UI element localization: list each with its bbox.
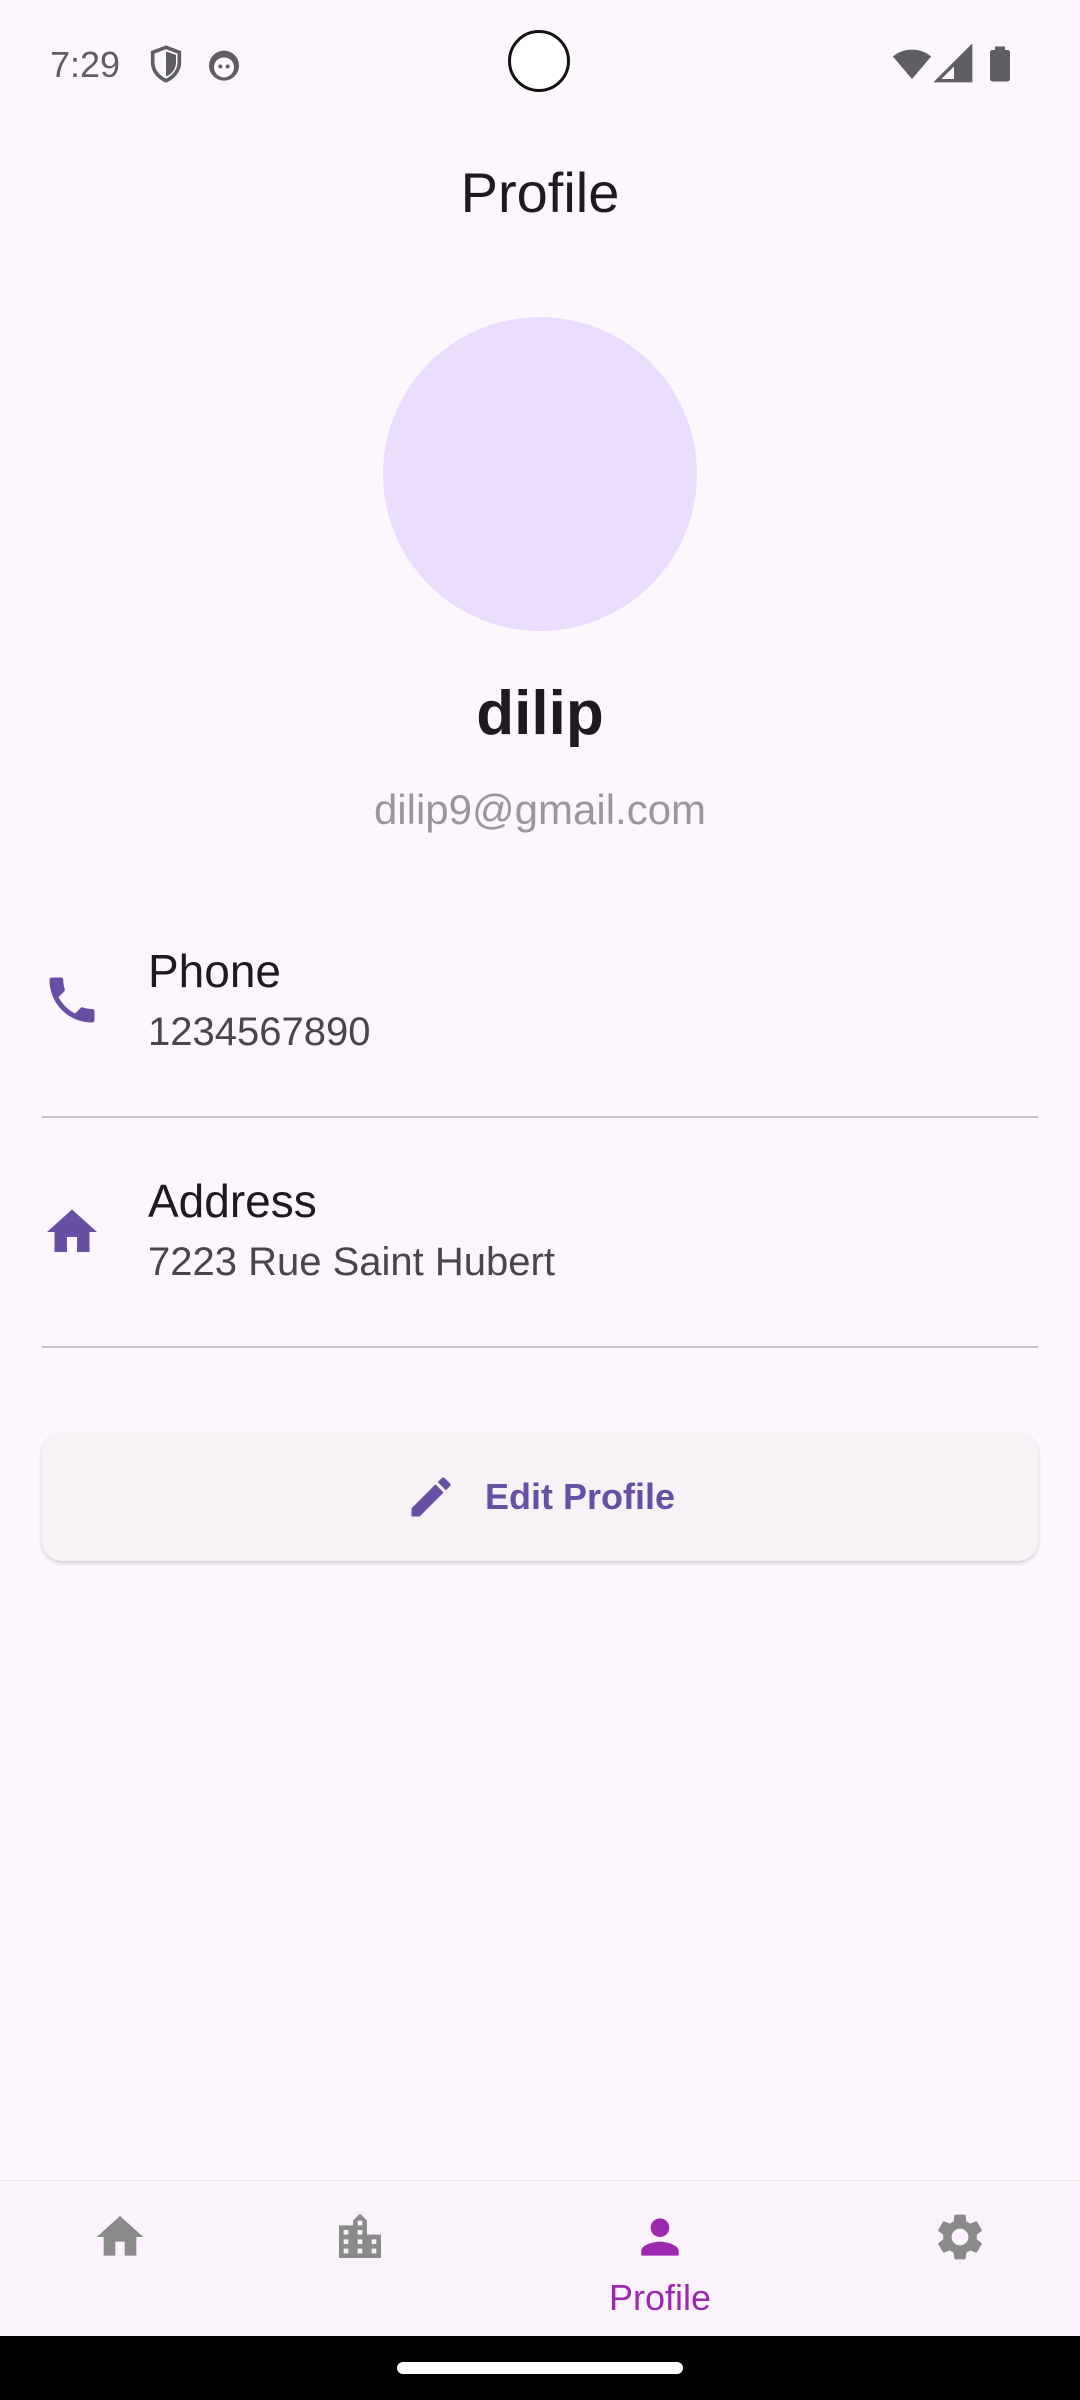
phone-value: 1234567890 [148,1010,371,1054]
nav-item-home[interactable] [20,2181,220,2337]
wifi-icon [892,49,932,79]
camera-cutout [508,30,570,92]
nav-item-profile[interactable]: Profile [560,2181,760,2337]
home-icon [47,1209,97,1252]
address-value: 7223 Rue Saint Hubert [148,1240,555,1284]
nav-label-profile: Profile [608,2277,712,2318]
status-time: 7:29 [50,44,121,85]
page-title: Profile [460,161,620,224]
phone-label: Phone [148,945,282,997]
building-icon [339,2213,381,2258]
phone-row: Phone 1234567890 [42,920,1038,1100]
nav-item-settings[interactable] [860,2181,1060,2337]
pencil-icon [411,1477,451,1517]
divider [42,1346,1038,1348]
settings-icon [938,2214,982,2260]
signal-icon [934,44,973,83]
address-row: Address 7223 Rue Saint Hubert [42,1150,1038,1330]
battery-icon [990,46,1010,82]
bottom-nav: Profile [0,2180,1080,2337]
profile-email: dilip9@gmail.com [373,786,707,833]
divider [42,1116,1038,1118]
edit-profile-button[interactable]: Edit Profile [42,1433,1038,1561]
edit-profile-label: Edit Profile [484,1476,676,1517]
phone-icon [49,977,95,1023]
avatar [383,317,697,631]
person-icon [641,2218,679,2256]
shield-icon [150,45,182,83]
system-gesture-bar [0,2336,1080,2400]
face-icon [209,50,239,81]
home-icon [96,2216,144,2256]
address-label: Address [148,1175,317,1227]
profile-name: dilip [476,679,604,748]
nav-item-buildings[interactable] [260,2181,460,2337]
home-gesture-handle[interactable] [397,2362,683,2374]
status-bar: 7:29 [0,0,1080,130]
